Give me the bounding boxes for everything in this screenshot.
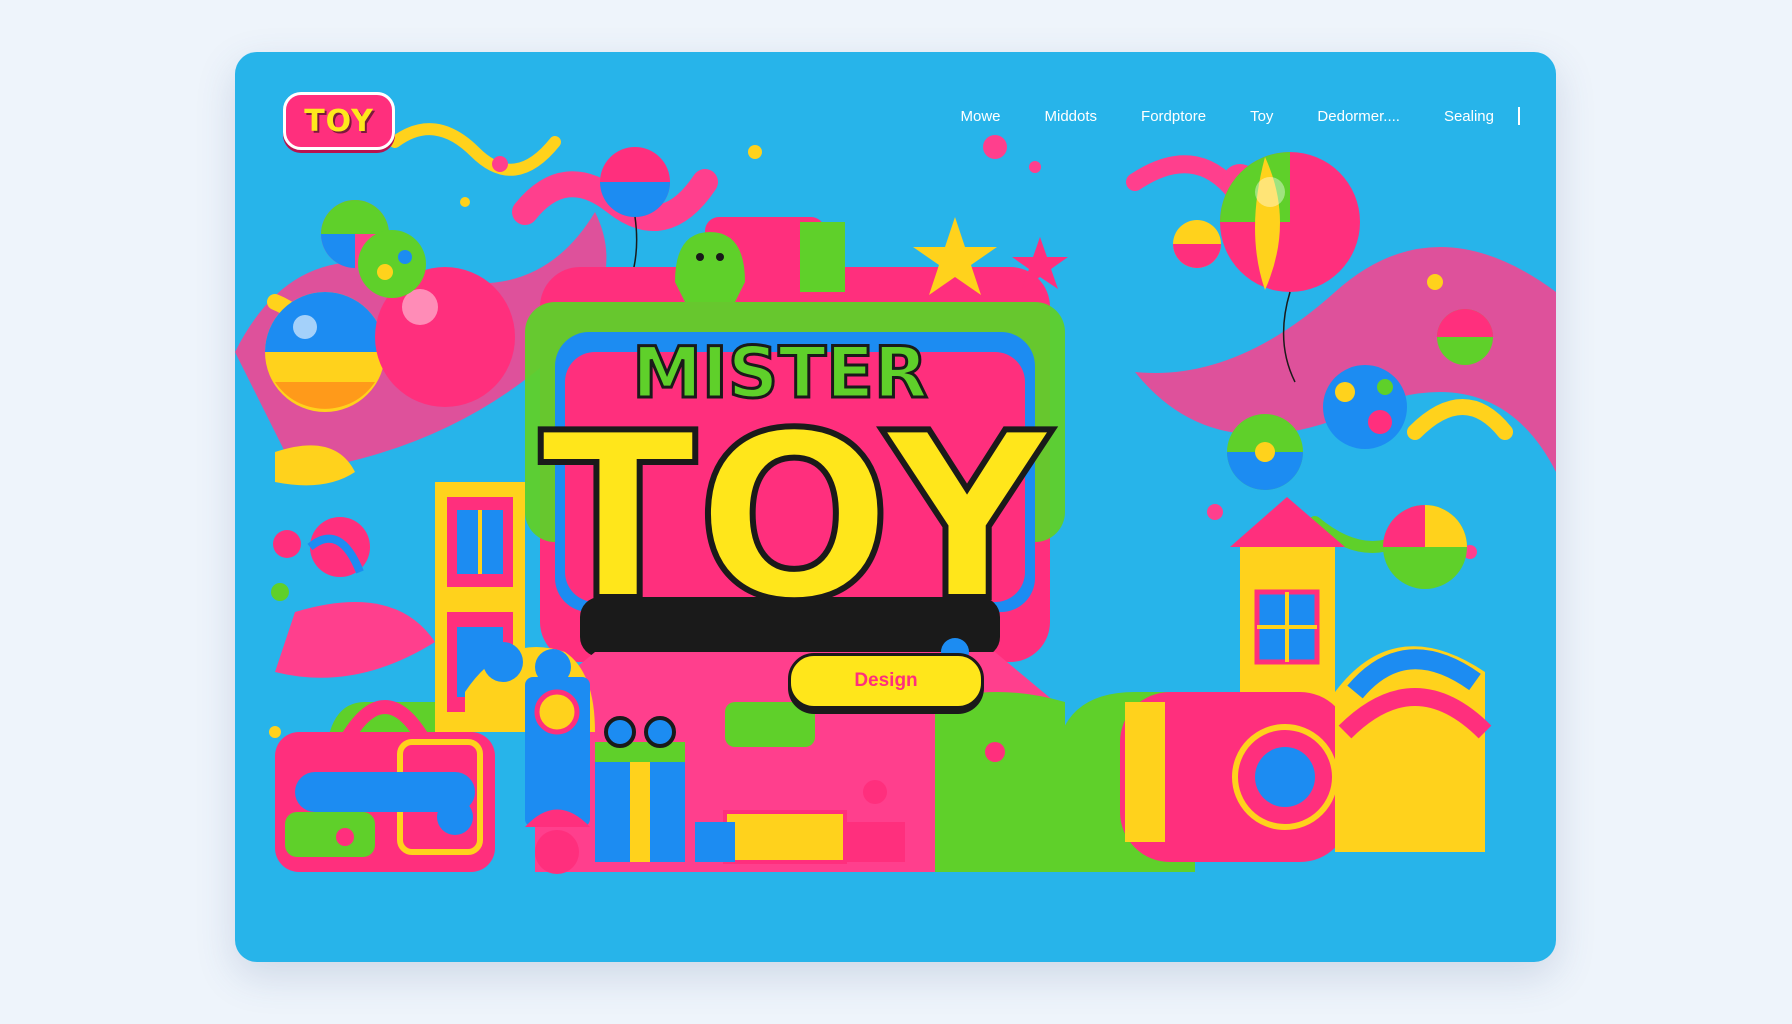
nav-item-mowe[interactable]: Mowe	[960, 108, 1000, 125]
ball-icon	[1437, 309, 1493, 365]
ring-icon	[1232, 724, 1338, 830]
nav-item-middots[interactable]: Middots	[1045, 108, 1098, 125]
hero-illustration: MISTER TOY	[235, 123, 1556, 874]
ball-icon	[307, 517, 370, 577]
logo-badge[interactable]: TOY	[283, 92, 395, 150]
ball-icon	[265, 292, 385, 412]
ball-icon	[1383, 505, 1467, 589]
ball-icon	[358, 230, 426, 298]
logo-text: TOY	[304, 103, 374, 139]
hero-title-main: TOY	[540, 385, 1053, 652]
balloon-icon	[1173, 220, 1221, 268]
nav-item-dedormer[interactable]: Dedormer....	[1317, 108, 1400, 125]
ball-icon	[1227, 414, 1303, 490]
nav-item-toy[interactable]: Toy	[1250, 108, 1273, 125]
browser-window: MISTER TOY TOY Mowe Middots Fordptore To…	[235, 52, 1556, 962]
ball-icon	[1323, 365, 1407, 449]
top-nav: Mowe Middots Fordptore Toy Dedormer.... …	[960, 100, 1520, 132]
nav-item-sealing[interactable]: Sealing	[1444, 108, 1494, 125]
design-button[interactable]: Design	[788, 653, 984, 709]
nav-divider	[1518, 107, 1520, 125]
nav-item-fordptore[interactable]: Fordptore	[1141, 108, 1206, 125]
